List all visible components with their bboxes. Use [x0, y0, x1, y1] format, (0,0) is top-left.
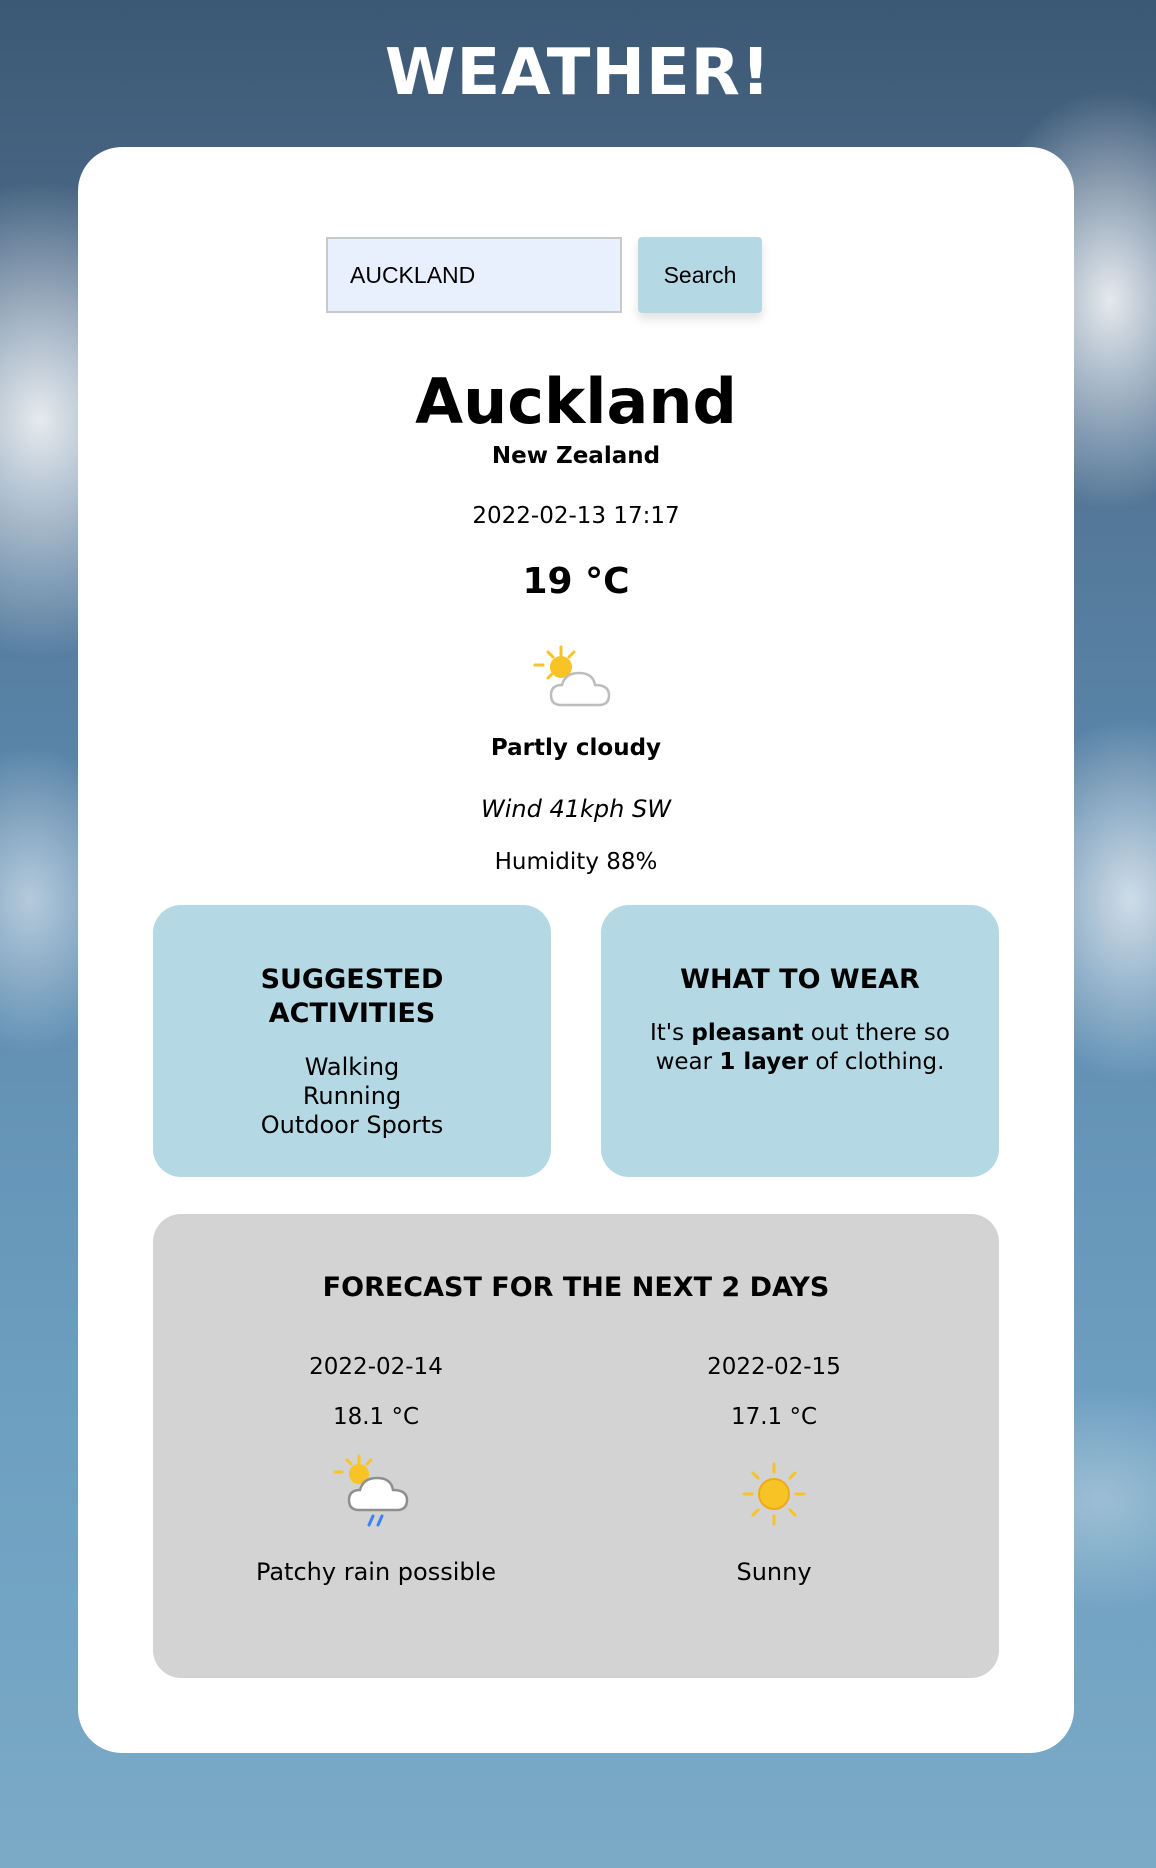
current-temperature: 19 °C [522, 561, 630, 602]
forecast-condition: Sunny [736, 1558, 812, 1586]
forecast-date: 2022-02-15 [707, 1354, 841, 1380]
forecast-temperature: 17.1 °C [730, 1404, 818, 1430]
forecast-date: 2022-02-14 [309, 1354, 443, 1380]
activity-item: Outdoor Sports [260, 1111, 444, 1139]
search-button[interactable]: Search [638, 237, 762, 313]
forecast-day: 2022-02-14 18.1 °C Patchy rain possible [226, 1354, 526, 1586]
forecast-title: FORECAST FOR THE NEXT 2 DAYS [322, 1272, 830, 1303]
sunny-icon [624, 1452, 924, 1536]
patchy-rain-icon [226, 1452, 526, 1536]
forecast-day: 2022-02-15 17.1 °C Sunny [624, 1354, 924, 1586]
country-name: New Zealand [491, 443, 661, 469]
forecast-condition: Patchy rain possible [255, 1558, 497, 1586]
what-to-wear-title: WHAT TO WEAR [680, 964, 920, 995]
what-to-wear-text: It's pleasant out there so wear 1 layer … [650, 1020, 950, 1075]
forecast-temperature: 18.1 °C [332, 1404, 420, 1430]
current-condition: Partly cloudy [490, 735, 662, 761]
activity-item: Walking [304, 1053, 400, 1081]
what-to-wear-box: WHAT TO WEAR It's pleasant out there so … [601, 905, 999, 1177]
partly-cloudy-icon [78, 643, 1074, 725]
weather-card: Search Auckland New Zealand 2022-02-13 1… [78, 147, 1074, 1753]
humidity-info: Humidity 88% [494, 849, 658, 875]
search-form: Search [78, 237, 1074, 313]
search-input[interactable] [326, 237, 622, 313]
activities-list: Walking Running Outdoor Sports [153, 1053, 551, 1140]
local-datetime: 2022-02-13 17:17 [472, 503, 680, 529]
city-name: Auckland [415, 365, 737, 438]
forecast-box: FORECAST FOR THE NEXT 2 DAYS 2022-02-14 … [153, 1214, 999, 1678]
wind-info: Wind 41kph SW [481, 795, 671, 823]
app-title: WEATHER! [384, 36, 772, 110]
suggested-activities-title: SUGGESTED ACTIVITIES [260, 964, 444, 1029]
suggested-activities-box: SUGGESTED ACTIVITIES Walking Running Out… [153, 905, 551, 1177]
activity-item: Running [302, 1082, 402, 1110]
